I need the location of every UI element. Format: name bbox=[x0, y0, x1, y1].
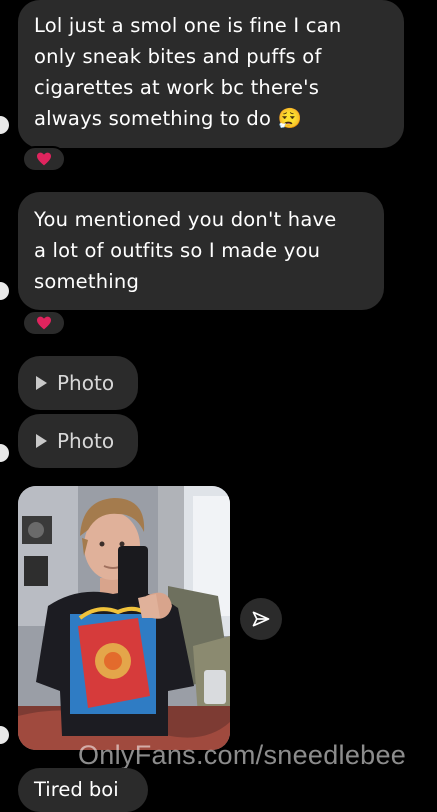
avatar[interactable] bbox=[0, 726, 9, 744]
message-bubble[interactable]: Tired boi bbox=[18, 768, 148, 812]
heart-icon bbox=[37, 152, 51, 166]
share-button[interactable] bbox=[240, 598, 282, 640]
photo-message[interactable] bbox=[18, 486, 230, 750]
send-arrow-icon bbox=[252, 611, 270, 627]
avatar[interactable] bbox=[0, 116, 9, 134]
play-icon bbox=[36, 376, 47, 390]
attachment-label: Photo bbox=[57, 429, 115, 453]
avatar[interactable] bbox=[0, 282, 9, 300]
message-bubble[interactable]: You mentioned you don't have a lot of ou… bbox=[18, 192, 384, 310]
photo-attachment[interactable]: Photo bbox=[18, 356, 138, 410]
message-text: Lol just a smol one is fine I can only s… bbox=[34, 14, 342, 130]
photo-attachment[interactable]: Photo bbox=[18, 414, 138, 468]
reaction-heart[interactable] bbox=[22, 146, 66, 172]
heart-icon bbox=[37, 316, 51, 330]
selfie-photo bbox=[18, 486, 230, 750]
watermark: OnlyFans.com/sneedlebee bbox=[78, 740, 407, 770]
message-bubble[interactable]: Lol just a smol one is fine I can only s… bbox=[18, 0, 404, 148]
avatar[interactable] bbox=[0, 444, 9, 462]
attachment-label: Photo bbox=[57, 371, 115, 395]
message-text: You mentioned you don't have a lot of ou… bbox=[34, 208, 337, 293]
message-text: Tired boi bbox=[34, 778, 119, 801]
reaction-heart[interactable] bbox=[22, 310, 66, 336]
play-icon bbox=[36, 434, 47, 448]
